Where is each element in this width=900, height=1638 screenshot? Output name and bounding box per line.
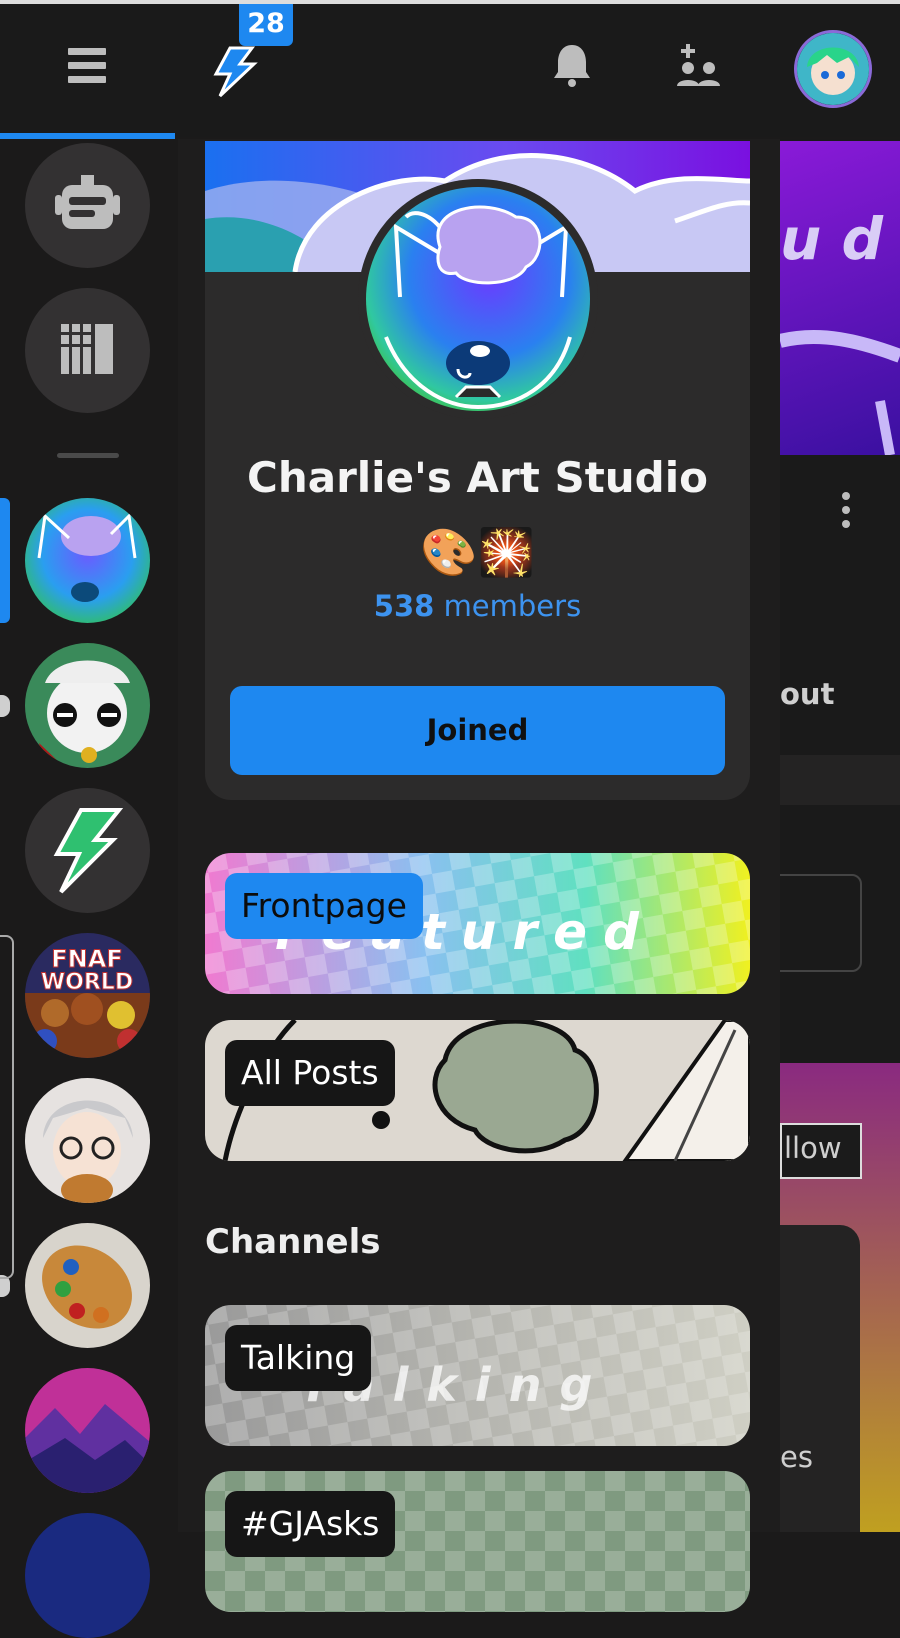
community-title: Charlie's Art Studio <box>247 453 708 502</box>
community-avatar-3[interactable] <box>25 788 150 913</box>
channels-heading: Channels <box>205 1222 381 1262</box>
joined-button[interactable]: Joined <box>230 686 725 775</box>
all-posts-label: All Posts <box>225 1040 395 1106</box>
background-text-fragment: out <box>780 677 835 711</box>
rail-divider <box>57 453 119 458</box>
top-bar <box>0 4 900 137</box>
channel-label-gjasks: #GJAsks <box>225 1491 396 1557</box>
community-avatar <box>358 179 598 419</box>
rail-scroll-track[interactable] <box>0 935 14 1279</box>
catalog-icon <box>61 324 113 374</box>
community-avatar-fnaf-world[interactable]: FNAF WORLD <box>25 933 150 1058</box>
frontpage-label: Frontpage <box>225 873 423 939</box>
background-follow-label: llow <box>784 1131 842 1165</box>
background-strip <box>780 755 900 805</box>
background-card-text: es <box>780 1440 813 1474</box>
community-avatar-2[interactable] <box>25 643 150 768</box>
background-card: es <box>780 1225 860 1532</box>
bolt-icon[interactable] <box>206 46 260 98</box>
menu-icon[interactable] <box>68 48 106 84</box>
bell-icon[interactable] <box>552 42 592 88</box>
add-user-icon[interactable] <box>672 42 722 88</box>
community-emoji: 🎨🎇 <box>420 525 535 579</box>
active-community-indicator <box>0 498 10 623</box>
catalog-button[interactable] <box>25 288 150 413</box>
background-box <box>780 874 862 972</box>
community-header-card: Charlie's Art Studio 🎨🎇 538 members Join… <box>205 141 750 800</box>
channel-tile-talking[interactable]: Talking Talking <box>205 1305 750 1446</box>
community-avatar-palette[interactable] <box>25 1223 150 1348</box>
svg-text:WORLD: WORLD <box>41 970 133 995</box>
chat-bot-button[interactable] <box>25 143 150 268</box>
chat-bot-icon <box>55 175 120 229</box>
channel-label-talking: Talking <box>225 1325 372 1391</box>
user-avatar[interactable] <box>794 30 872 108</box>
community-avatar-art-studio[interactable] <box>25 498 150 623</box>
channel-tile-gjasks[interactable]: #GJAsks <box>205 1471 750 1612</box>
all-posts-tile[interactable]: All Posts <box>205 1020 750 1161</box>
community-avatar-5[interactable] <box>25 1078 150 1203</box>
svg-text:FNAF: FNAF <box>51 945 122 973</box>
member-count[interactable]: 538 members <box>205 589 750 623</box>
notification-count-badge: 28 <box>239 4 293 46</box>
frontpage-tile[interactable]: Featured Frontpage <box>205 853 750 994</box>
more-options-icon <box>842 492 850 534</box>
member-count-number: 538 <box>373 589 435 623</box>
background-screen: u d out llow es <box>780 139 900 1532</box>
background-follow-button: llow <box>780 1123 862 1179</box>
member-count-label: members <box>443 589 582 623</box>
community-avatar-7[interactable] <box>25 1368 150 1493</box>
background-title-fragment: u d <box>780 205 884 273</box>
